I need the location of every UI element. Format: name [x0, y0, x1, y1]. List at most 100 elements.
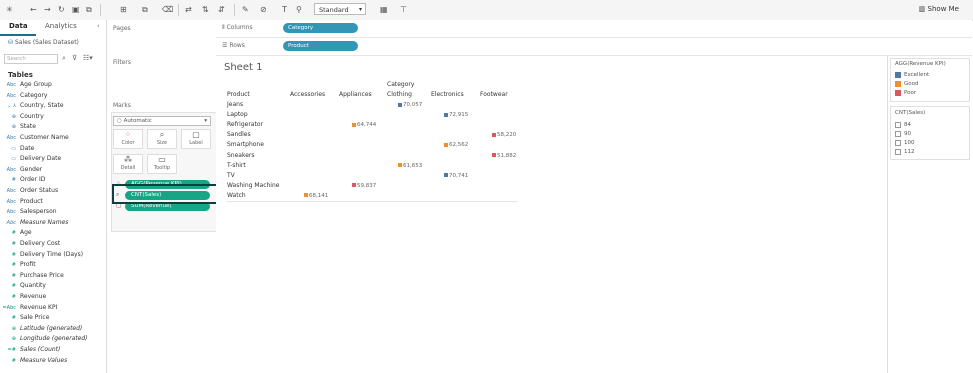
- pill-category[interactable]: Category: [283, 23, 358, 33]
- tab-data[interactable]: Data: [9, 22, 28, 30]
- mark-cell[interactable]: 61,653: [398, 161, 422, 171]
- field-item[interactable]: Abc Measure Names: [0, 218, 69, 228]
- new-worksheet-icon[interactable]: ⊞: [120, 5, 127, 15]
- row-label[interactable]: Refrigerator: [227, 120, 263, 130]
- color-legend-item[interactable]: Poor: [895, 89, 916, 97]
- field-item[interactable]: Abc Order Status: [0, 186, 58, 196]
- columns-shelf[interactable]: ⦀ Columns Category: [216, 20, 972, 38]
- field-item[interactable]: ⊕ Country: [0, 112, 44, 122]
- label-button[interactable]: ▢ Label: [181, 129, 211, 149]
- field-item[interactable]: =# Sales (Count): [0, 345, 61, 355]
- color-legend-item[interactable]: Excellent: [895, 71, 929, 79]
- row-label[interactable]: Watch: [227, 191, 246, 201]
- sort-descending-icon[interactable]: ⇵: [218, 5, 225, 15]
- datasource-item[interactable]: ⛁ Sales (Sales Dataset): [8, 39, 79, 46]
- field-item[interactable]: Abc Customer Name: [0, 133, 69, 143]
- tooltip-button[interactable]: ▭ Tooltip: [147, 154, 177, 174]
- row-label[interactable]: Laptop: [227, 110, 248, 120]
- mark-cell[interactable]: 68,141: [304, 191, 328, 201]
- detail-button[interactable]: ⁂ Detail: [113, 154, 143, 174]
- viz-canvas[interactable]: Sheet 1 Category Product Accessories Appl…: [216, 56, 886, 373]
- sort-ascending-icon[interactable]: ⇅: [202, 5, 209, 15]
- mark-cell[interactable]: 64,744: [352, 120, 376, 130]
- field-item[interactable]: # Delivery Time (Days): [0, 250, 83, 260]
- mark-cell[interactable]: 72,915: [444, 110, 468, 120]
- size-legend[interactable]: CNT(Sales) 84 90 100 112: [890, 106, 970, 160]
- field-search-input[interactable]: Search: [4, 54, 58, 64]
- field-item[interactable]: # Age: [0, 228, 32, 238]
- mark-cell[interactable]: 59,837: [352, 181, 376, 191]
- color-legend-item[interactable]: Good: [895, 80, 918, 88]
- size-legend-item[interactable]: 100: [895, 139, 915, 147]
- row-label[interactable]: Washing Machine: [227, 181, 279, 191]
- row-label[interactable]: Smartphone: [227, 140, 264, 150]
- sheet-title[interactable]: Sheet 1: [224, 62, 262, 73]
- collapse-pane-icon[interactable]: ‹: [97, 22, 100, 30]
- field-item[interactable]: Abc Category: [0, 91, 48, 101]
- mark-cell[interactable]: 70,057: [398, 100, 422, 110]
- color-button[interactable]: ⁘ Color: [113, 129, 143, 149]
- column-header[interactable]: Electronics: [431, 91, 464, 98]
- row-label[interactable]: Sneakers: [227, 151, 255, 161]
- field-item[interactable]: # Delivery Cost: [0, 239, 60, 249]
- size-legend-item[interactable]: 112: [895, 148, 915, 156]
- field-item[interactable]: ▭ Delivery Date: [0, 154, 61, 164]
- mark-cell[interactable]: 70,741: [444, 171, 468, 181]
- mark-type-select[interactable]: ○ Automatic ▾: [113, 116, 211, 126]
- pill-product[interactable]: Product: [283, 41, 358, 51]
- view-options-icon[interactable]: ☷▾: [83, 54, 93, 62]
- group-icon[interactable]: ⊘: [260, 5, 267, 15]
- mark-cell[interactable]: 58,220: [492, 130, 516, 140]
- row-label[interactable]: T-shirt: [227, 161, 246, 171]
- tab-analytics[interactable]: Analytics: [45, 22, 77, 30]
- field-item[interactable]: # Revenue: [0, 292, 46, 302]
- presentation-icon[interactable]: ⊤: [400, 5, 407, 15]
- field-item[interactable]: # Measure Values: [0, 356, 67, 366]
- size-legend-item[interactable]: 90: [895, 130, 911, 138]
- field-item[interactable]: Abc Gender: [0, 165, 42, 175]
- row-label[interactable]: Jeans: [227, 100, 243, 110]
- field-item[interactable]: # Quantity: [0, 281, 46, 291]
- mark-cell[interactable]: 62,562: [444, 140, 468, 150]
- field-item[interactable]: # Sale Price: [0, 313, 50, 323]
- duplicate-icon[interactable]: ⧉: [142, 5, 148, 15]
- column-header[interactable]: Accessories: [290, 91, 325, 98]
- search-icon[interactable]: ⌕: [62, 54, 66, 63]
- color-legend[interactable]: AGG(Revenue KPI) Excellent Good Poor: [890, 58, 970, 102]
- new-datasource-icon[interactable]: ⧉: [86, 5, 92, 15]
- show-cards-icon[interactable]: ▦: [380, 5, 388, 15]
- mark-cell[interactable]: 51,882: [492, 151, 516, 161]
- field-item[interactable]: ▭ Date: [0, 144, 34, 154]
- highlight-icon[interactable]: ✎: [242, 5, 249, 15]
- save-icon[interactable]: ▣: [72, 5, 80, 15]
- size-legend-item[interactable]: 84: [895, 121, 911, 129]
- fit-select[interactable]: Standard ▾: [314, 3, 366, 15]
- field-item[interactable]: Abc Product: [0, 197, 43, 207]
- field-item[interactable]: Abc Age Group: [0, 80, 52, 90]
- field-item[interactable]: ⊕ State: [0, 122, 36, 132]
- tableau-logo-icon[interactable]: ✳: [6, 5, 13, 15]
- field-item[interactable]: ⊕ Latitude (generated): [0, 324, 82, 334]
- filter-icon[interactable]: ⊽: [72, 54, 77, 62]
- undo-icon[interactable]: ←: [30, 5, 37, 15]
- field-item[interactable]: ⊕ Longitude (generated): [0, 334, 88, 344]
- field-item[interactable]: # Profit: [0, 260, 36, 270]
- row-label[interactable]: Sandles: [227, 130, 251, 140]
- column-header[interactable]: Appliances: [339, 91, 372, 98]
- clear-sheet-icon[interactable]: ⌫: [162, 5, 173, 15]
- field-item[interactable]: =Abc Revenue KPI: [0, 303, 57, 313]
- filters-shelf[interactable]: [111, 68, 217, 96]
- size-button[interactable]: ⌕ Size: [147, 129, 177, 149]
- rows-shelf[interactable]: ☰ Rows Product: [216, 38, 972, 56]
- field-item[interactable]: # Order ID: [0, 175, 46, 185]
- column-header[interactable]: Footwear: [480, 91, 508, 98]
- row-label[interactable]: TV: [227, 171, 235, 181]
- show-me-button[interactable]: ▥ Show Me: [919, 4, 959, 14]
- swap-icon[interactable]: ⇄: [185, 5, 192, 15]
- pin-icon[interactable]: ⚲: [296, 5, 302, 15]
- labels-icon[interactable]: T: [282, 5, 287, 15]
- replay-icon[interactable]: ↻: [58, 5, 65, 15]
- column-header[interactable]: Clothing: [387, 91, 412, 98]
- pages-shelf[interactable]: [111, 38, 217, 46]
- field-item[interactable]: Abc Salesperson: [0, 207, 57, 217]
